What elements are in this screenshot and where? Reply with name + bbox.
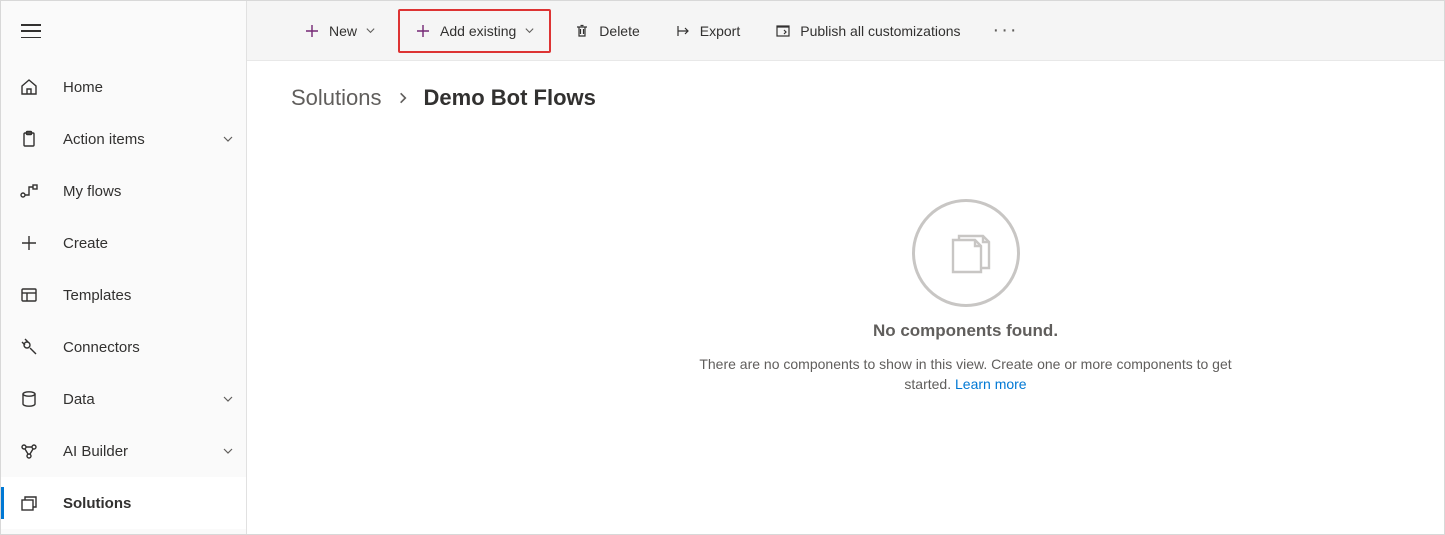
hamburger-menu[interactable] <box>21 24 41 38</box>
flow-icon <box>19 181 39 201</box>
empty-state: No components found. There are no compon… <box>247 119 1444 534</box>
home-icon <box>19 77 39 97</box>
trash-icon <box>573 22 591 40</box>
plus-icon <box>19 233 39 253</box>
plus-icon <box>303 22 321 40</box>
breadcrumb-root[interactable]: Solutions <box>291 85 382 111</box>
publish-button[interactable]: Publish all customizations <box>762 11 972 51</box>
sidebar-item-label: Data <box>63 391 198 408</box>
plus-icon <box>414 22 432 40</box>
add-existing-button[interactable]: Add existing <box>398 9 551 53</box>
main: New Add existing <box>247 1 1444 534</box>
templates-icon <box>19 285 39 305</box>
breadcrumb-current: Demo Bot Flows <box>424 85 596 111</box>
sidebar-item-my-flows[interactable]: My flows <box>1 165 246 217</box>
sidebar-item-ai-builder[interactable]: AI Builder <box>1 425 246 477</box>
chevron-right-icon <box>396 91 410 105</box>
empty-state-subtitle: There are no components to show in this … <box>686 355 1246 394</box>
chevron-down-icon <box>222 133 234 145</box>
learn-more-link[interactable]: Learn more <box>955 376 1027 392</box>
sidebar-item-create[interactable]: Create <box>1 217 246 269</box>
chevron-down-icon <box>222 445 234 457</box>
sidebar-item-label: Templates <box>63 287 234 304</box>
sidebar-item-home[interactable]: Home <box>1 61 246 113</box>
empty-state-title: No components found. <box>873 321 1058 341</box>
sidebar-item-solutions[interactable]: Solutions <box>1 477 246 529</box>
solutions-icon <box>19 493 39 513</box>
sidebar-item-label: Home <box>63 79 234 96</box>
publish-button-label: Publish all customizations <box>800 23 960 39</box>
sidebar: Home Action items <box>1 1 247 534</box>
sidebar-item-connectors[interactable]: Connectors <box>1 321 246 373</box>
delete-button-label: Delete <box>599 23 639 39</box>
add-existing-button-label: Add existing <box>440 23 516 39</box>
sidebar-item-label: Action items <box>63 131 198 148</box>
more-button[interactable]: ··· <box>983 19 1029 42</box>
nav: Home Action items <box>1 61 246 529</box>
chevron-down-icon <box>524 25 535 36</box>
toolbar: New Add existing <box>247 1 1444 61</box>
export-button-label: Export <box>700 23 740 39</box>
new-button[interactable]: New <box>291 11 388 51</box>
connectors-icon <box>19 337 39 357</box>
sidebar-item-label: Solutions <box>63 495 234 512</box>
export-button[interactable]: Export <box>662 11 752 51</box>
new-button-label: New <box>329 23 357 39</box>
clipboard-icon <box>19 129 39 149</box>
delete-button[interactable]: Delete <box>561 11 651 51</box>
chevron-down-icon <box>222 393 234 405</box>
sidebar-item-label: Connectors <box>63 339 234 356</box>
database-icon <box>19 389 39 409</box>
sidebar-item-label: Create <box>63 235 234 252</box>
sidebar-item-data[interactable]: Data <box>1 373 246 425</box>
sidebar-item-label: My flows <box>63 183 234 200</box>
chevron-down-icon <box>365 25 376 36</box>
sidebar-item-action-items[interactable]: Action items <box>1 113 246 165</box>
sidebar-item-templates[interactable]: Templates <box>1 269 246 321</box>
publish-icon <box>774 22 792 40</box>
ai-icon <box>19 441 39 461</box>
empty-state-icon <box>912 199 1020 307</box>
sidebar-item-label: AI Builder <box>63 443 198 460</box>
breadcrumb: Solutions Demo Bot Flows <box>247 61 1444 119</box>
export-icon <box>674 22 692 40</box>
